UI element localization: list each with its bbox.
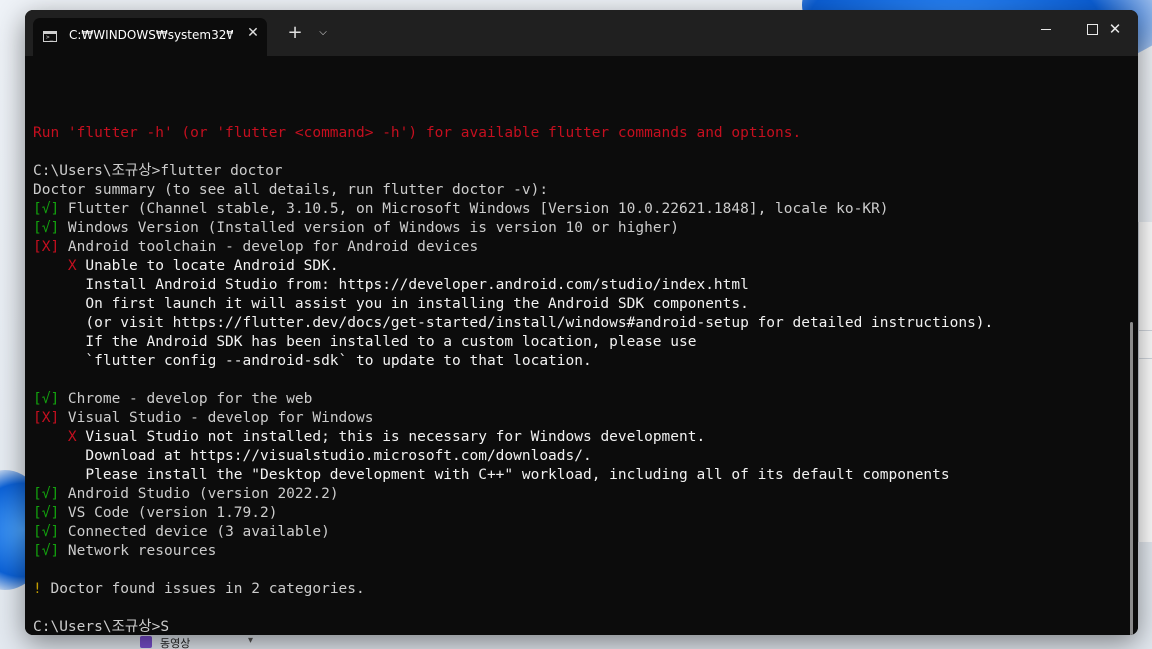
ok-mark: [√] xyxy=(33,543,60,559)
close-tab-button[interactable]: ✕ xyxy=(244,24,262,42)
background-window-divider xyxy=(1138,330,1152,331)
prompt-line: C:\Users\조규상>flutter doctor xyxy=(33,163,283,179)
vs-detail-not-installed: X Visual Studio not installed; this is n… xyxy=(33,429,706,445)
check-connected-device: [√] Connected device (3 available) xyxy=(33,524,330,540)
android-detail-or-visit: (or visit https://flutter.dev/docs/get-s… xyxy=(33,315,994,331)
title-bar[interactable]: >_ C:₩WINDOWS₩system32₩cmd.exe ✕ + ⌵ ✕ xyxy=(25,10,1138,56)
minimize-button[interactable] xyxy=(1023,10,1069,48)
doctor-summary-line: Doctor summary (to see all details, run … xyxy=(33,182,549,198)
ok-mark: [√] xyxy=(33,524,60,540)
video-folder-icon xyxy=(140,636,152,648)
background-window-edge xyxy=(1138,222,1152,542)
ok-mark: [√] xyxy=(33,201,60,217)
warning-mark: ! xyxy=(33,581,42,597)
x-mark: X xyxy=(33,429,77,445)
fail-mark: [X] xyxy=(33,239,60,255)
check-android-studio: [√] Android Studio (version 2022.2) xyxy=(33,486,339,502)
current-prompt-line[interactable]: C:\Users\조규상>S xyxy=(33,618,169,635)
android-detail-if-installed: If the Android SDK has been installed to… xyxy=(33,334,697,350)
new-tab-button[interactable]: + xyxy=(284,22,306,44)
tab-cmd[interactable]: >_ C:₩WINDOWS₩system32₩cmd.exe ✕ xyxy=(33,18,267,56)
check-flutter: [√] Flutter (Channel stable, 3.10.5, on … xyxy=(33,201,889,217)
check-windows-version: [√] Windows Version (Installed version o… xyxy=(33,220,680,236)
ok-mark: [√] xyxy=(33,505,60,521)
android-detail-config: `flutter config --android-sdk` to update… xyxy=(33,353,592,369)
fail-mark: [X] xyxy=(33,410,60,426)
vs-detail-please-install: Please install the "Desktop development … xyxy=(33,467,950,483)
ok-mark: [√] xyxy=(33,220,60,236)
pin-icon[interactable]: ▾ xyxy=(248,635,253,646)
console-output[interactable]: Run 'flutter -h' (or 'flutter <command> … xyxy=(25,56,1138,635)
tab-title: C:₩WINDOWS₩system32₩cmd.exe xyxy=(69,28,233,42)
scrollbar-thumb[interactable] xyxy=(1130,322,1133,635)
ok-mark: [√] xyxy=(33,486,60,502)
check-chrome: [√] Chrome - develop for the web xyxy=(33,391,313,407)
issues-summary-line: ! Doctor found issues in 2 categories. xyxy=(33,581,365,597)
chevron-down-icon[interactable]: ⌵ xyxy=(313,22,333,44)
x-mark: X xyxy=(33,258,77,274)
android-detail-install: Install Android Studio from: https://dev… xyxy=(33,277,749,293)
run-hint-line: Run 'flutter -h' (or 'flutter <command> … xyxy=(33,125,802,141)
check-android-toolchain: [X] Android toolchain - develop for Andr… xyxy=(33,239,479,255)
android-detail-unable: X Unable to locate Android SDK. xyxy=(33,258,339,274)
check-vs-code: [√] VS Code (version 1.79.2) xyxy=(33,505,278,521)
background-window-divider xyxy=(1138,358,1152,359)
check-network: [√] Network resources xyxy=(33,543,217,559)
android-detail-first-launch: On first launch it will assist you in in… xyxy=(33,296,749,312)
vs-detail-download: Download at https://visualstudio.microso… xyxy=(33,448,592,464)
check-visual-studio: [X] Visual Studio - develop for Windows xyxy=(33,410,374,426)
terminal-window: >_ C:₩WINDOWS₩system32₩cmd.exe ✕ + ⌵ ✕ R… xyxy=(25,10,1138,635)
command-prompt-icon: >_ xyxy=(43,31,57,42)
ok-mark: [√] xyxy=(33,391,60,407)
close-window-button[interactable]: ✕ xyxy=(1092,10,1138,48)
explorer-item-label: 동영상 xyxy=(160,637,191,649)
